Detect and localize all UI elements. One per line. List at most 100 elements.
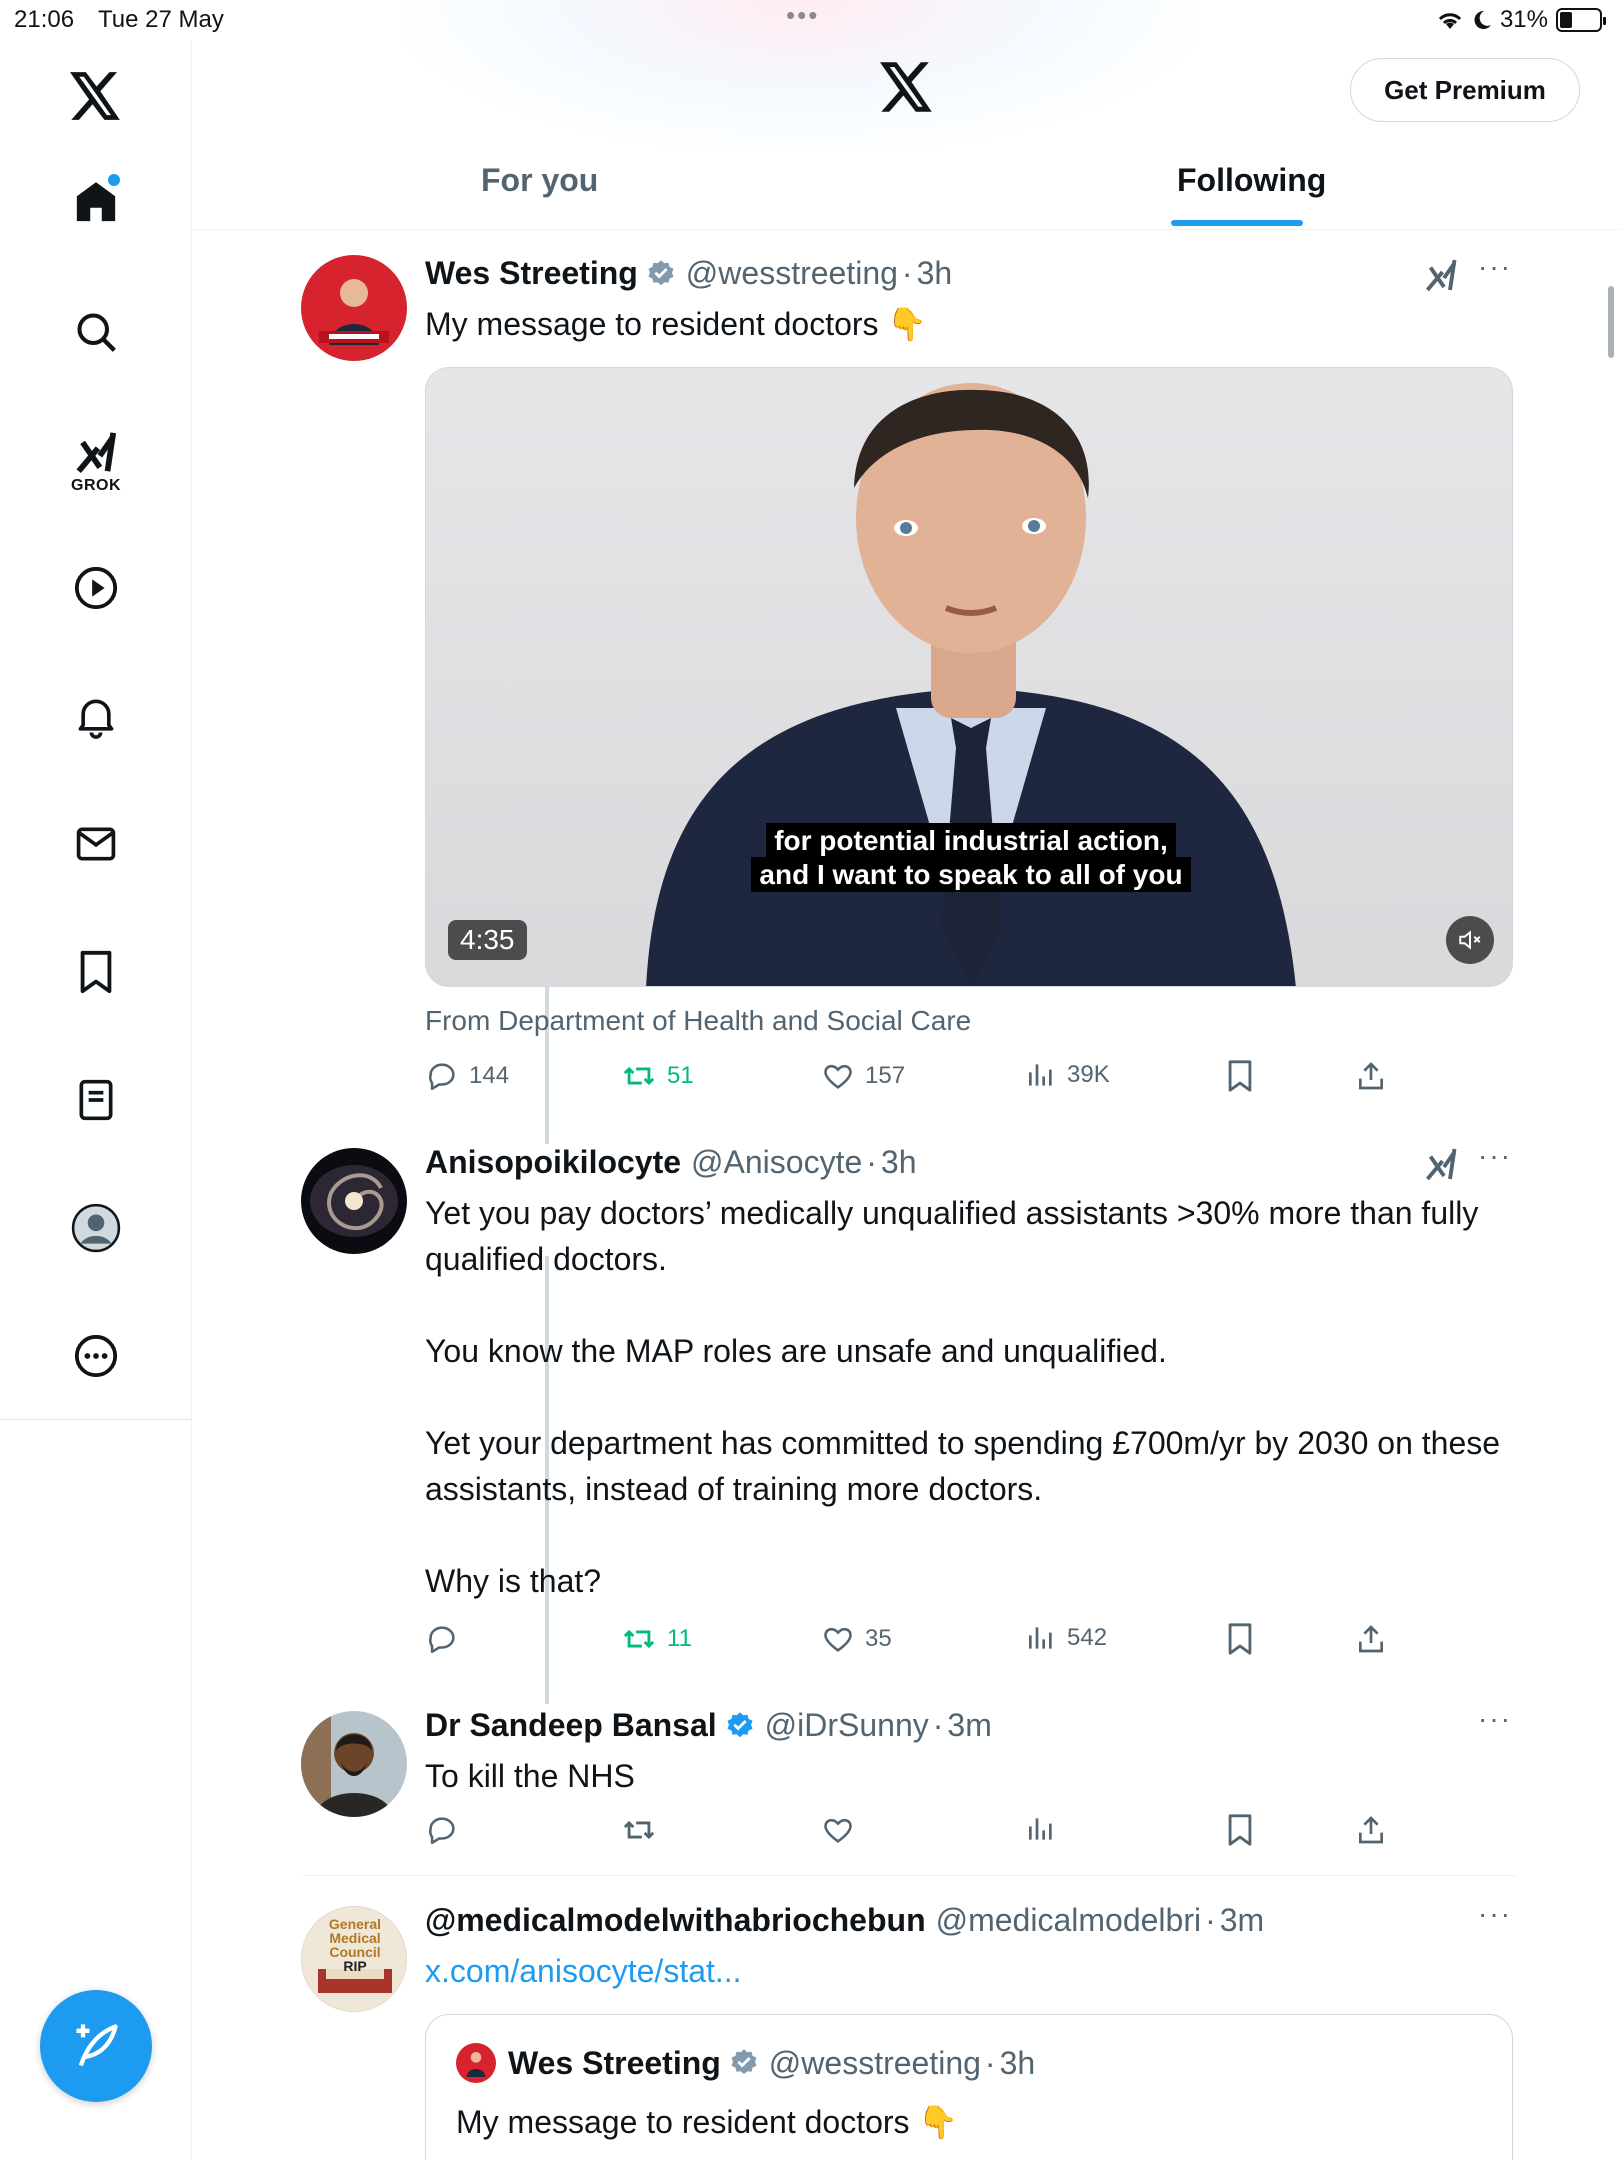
timestamp[interactable]: 3m — [1220, 1902, 1264, 1939]
profile-icon[interactable] — [56, 1188, 136, 1268]
tab-following[interactable]: Following — [1177, 162, 1326, 199]
more-options-icon[interactable]: ··· — [1478, 1140, 1512, 1172]
bookmark-button[interactable] — [1225, 1622, 1255, 1656]
multitask-dots-icon[interactable]: ••• — [786, 0, 819, 31]
share-button[interactable] — [1355, 1813, 1387, 1847]
views-button[interactable]: 542 — [1025, 1622, 1107, 1654]
avatar[interactable] — [301, 255, 407, 361]
timestamp[interactable]: 3m — [947, 1707, 991, 1744]
reply-icon — [429, 1063, 455, 1091]
compose-button[interactable] — [40, 1990, 152, 2102]
views-icon — [1029, 1627, 1052, 1649]
bell-icon[interactable] — [56, 676, 136, 756]
x-logo-icon[interactable] — [56, 56, 136, 136]
tab-for-you[interactable]: For you — [481, 162, 598, 199]
heart-icon — [824, 1818, 852, 1843]
video-caption: for potential industrial action, and I w… — [726, 823, 1216, 892]
lists-icon[interactable] — [56, 1060, 136, 1140]
get-premium-button[interactable]: Get Premium — [1350, 58, 1580, 122]
wifi-icon — [1438, 13, 1462, 29]
timestamp[interactable]: 3h — [917, 255, 953, 292]
moon-icon — [1474, 10, 1491, 29]
avatar[interactable] — [301, 1711, 407, 1817]
tweet-text: Yet you pay doctors’ medically unqualifi… — [425, 1190, 1515, 1604]
share-button[interactable] — [1355, 1622, 1387, 1656]
handle[interactable]: @Anisocyte — [691, 1144, 862, 1181]
quoted-avatar[interactable] — [456, 2043, 496, 2083]
heart-icon — [824, 1064, 852, 1089]
status-icons: 31% — [1436, 6, 1606, 34]
sidebar-divider — [0, 1419, 192, 1420]
grok-icon[interactable]: GROK — [56, 422, 136, 502]
reply-button[interactable]: 144 — [425, 1059, 509, 1093]
video-icon[interactable] — [56, 548, 136, 628]
avatar[interactable] — [301, 1148, 407, 1254]
display-name[interactable]: @medicalmodelwithabriochebun — [425, 1902, 926, 1939]
more-options-icon[interactable]: ··· — [1478, 1703, 1512, 1735]
handle[interactable]: @iDrSunny — [765, 1707, 929, 1744]
status-time: 21:06 — [14, 6, 75, 33]
quoted-tweet[interactable]: Wes Streeting @wesstreeting · 3h My mess… — [425, 2014, 1513, 2160]
tweet-anisopoikilocyte[interactable]: Anisopoikilocyte @Anisocyte · 3h ··· Yet… — [193, 1094, 1620, 1704]
repost-button[interactable]: 51 — [621, 1059, 694, 1093]
grok-explain-icon[interactable] — [1423, 257, 1459, 298]
timeline-tabs: For you Following — [193, 150, 1620, 230]
video-player[interactable]: for potential industrial action, and I w… — [425, 367, 1513, 987]
views-button[interactable] — [1025, 1813, 1057, 1845]
bookmark-icon[interactable] — [56, 932, 136, 1012]
bookmark-button[interactable] — [1225, 1059, 1255, 1093]
quoted-tweet-header: Wes Streeting @wesstreeting · 3h — [456, 2043, 1035, 2083]
avatar[interactable]: General Medical Council RIP — [301, 1906, 407, 2012]
tweet-text: To kill the NHS — [425, 1758, 635, 1794]
timestamp[interactable]: 3h — [881, 1144, 917, 1181]
tweet-medicalmodel[interactable]: General Medical Council RIP @medicalmode… — [193, 1898, 1620, 2160]
x-logo-center-icon[interactable] — [880, 62, 934, 117]
display-name[interactable]: Dr Sandeep Bansal — [425, 1707, 717, 1744]
tweet-link[interactable]: x.com/anisocyte/stat... — [425, 1948, 1515, 1994]
reply-button[interactable] — [425, 1622, 459, 1656]
verified-badge-icon — [648, 259, 674, 285]
share-icon — [1359, 1625, 1383, 1653]
mail-icon[interactable] — [56, 804, 136, 884]
more-options-icon[interactable]: ··· — [1478, 1898, 1512, 1930]
reply-icon — [429, 1626, 455, 1654]
heart-icon — [824, 1627, 852, 1652]
grok-label: GROK — [71, 477, 121, 494]
share-icon — [1359, 1816, 1383, 1844]
grok-explain-icon[interactable] — [1423, 1146, 1459, 1187]
views-icon — [1029, 1818, 1052, 1840]
like-button[interactable] — [821, 1813, 855, 1847]
tweet-paragraph: Yet you pay doctors’ medically unqualifi… — [425, 1195, 1479, 1277]
handle[interactable]: @wesstreeting — [686, 255, 898, 292]
share-button[interactable] — [1355, 1059, 1387, 1093]
status-date: Tue 27 May — [98, 6, 224, 33]
quoted-handle: @wesstreeting — [768, 2044, 981, 2081]
tweet-actions: 11 35 542 — [425, 1622, 1425, 1662]
like-button[interactable]: 35 — [821, 1622, 892, 1656]
active-tab-indicator — [1171, 220, 1303, 226]
repost-button[interactable]: 11 — [621, 1622, 692, 1656]
display-name[interactable]: Wes Streeting — [425, 255, 638, 292]
tweet-paragraph: Yet your department has committed to spe… — [425, 1425, 1501, 1507]
reply-icon — [429, 1817, 455, 1845]
caption-line-2: and I want to speak to all of you — [751, 857, 1191, 892]
repost-button[interactable] — [621, 1813, 657, 1847]
tweet-sandeep-bansal[interactable]: Dr Sandeep Bansal @iDrSunny · 3m ··· To … — [193, 1703, 1620, 1867]
quoted-tweet-text: My message to resident doctors 👇 — [456, 2104, 959, 2140]
display-name[interactable]: Anisopoikilocyte — [425, 1144, 681, 1181]
reply-button[interactable] — [425, 1813, 459, 1847]
home-icon[interactable] — [56, 162, 136, 242]
media-source[interactable]: From Department of Health and Social Car… — [425, 1005, 971, 1037]
tweet-wes-streeting[interactable]: Wes Streeting @wesstreeting · 3h ··· My … — [193, 251, 1620, 1095]
tweet-actions: 144 51 157 39K — [425, 1059, 1425, 1099]
repost-count: 11 — [667, 1625, 692, 1652]
handle[interactable]: @medicalmodelbri — [936, 1902, 1201, 1939]
sidebar: GROK — [0, 40, 192, 2160]
more-circle-icon[interactable] — [56, 1316, 136, 1396]
bookmark-button[interactable] — [1225, 1813, 1255, 1847]
like-button[interactable]: 157 — [821, 1059, 905, 1093]
views-button[interactable]: 39K — [1025, 1059, 1110, 1091]
search-icon[interactable] — [56, 292, 136, 372]
mute-button[interactable] — [1446, 916, 1494, 964]
more-options-icon[interactable]: ··· — [1478, 251, 1512, 283]
